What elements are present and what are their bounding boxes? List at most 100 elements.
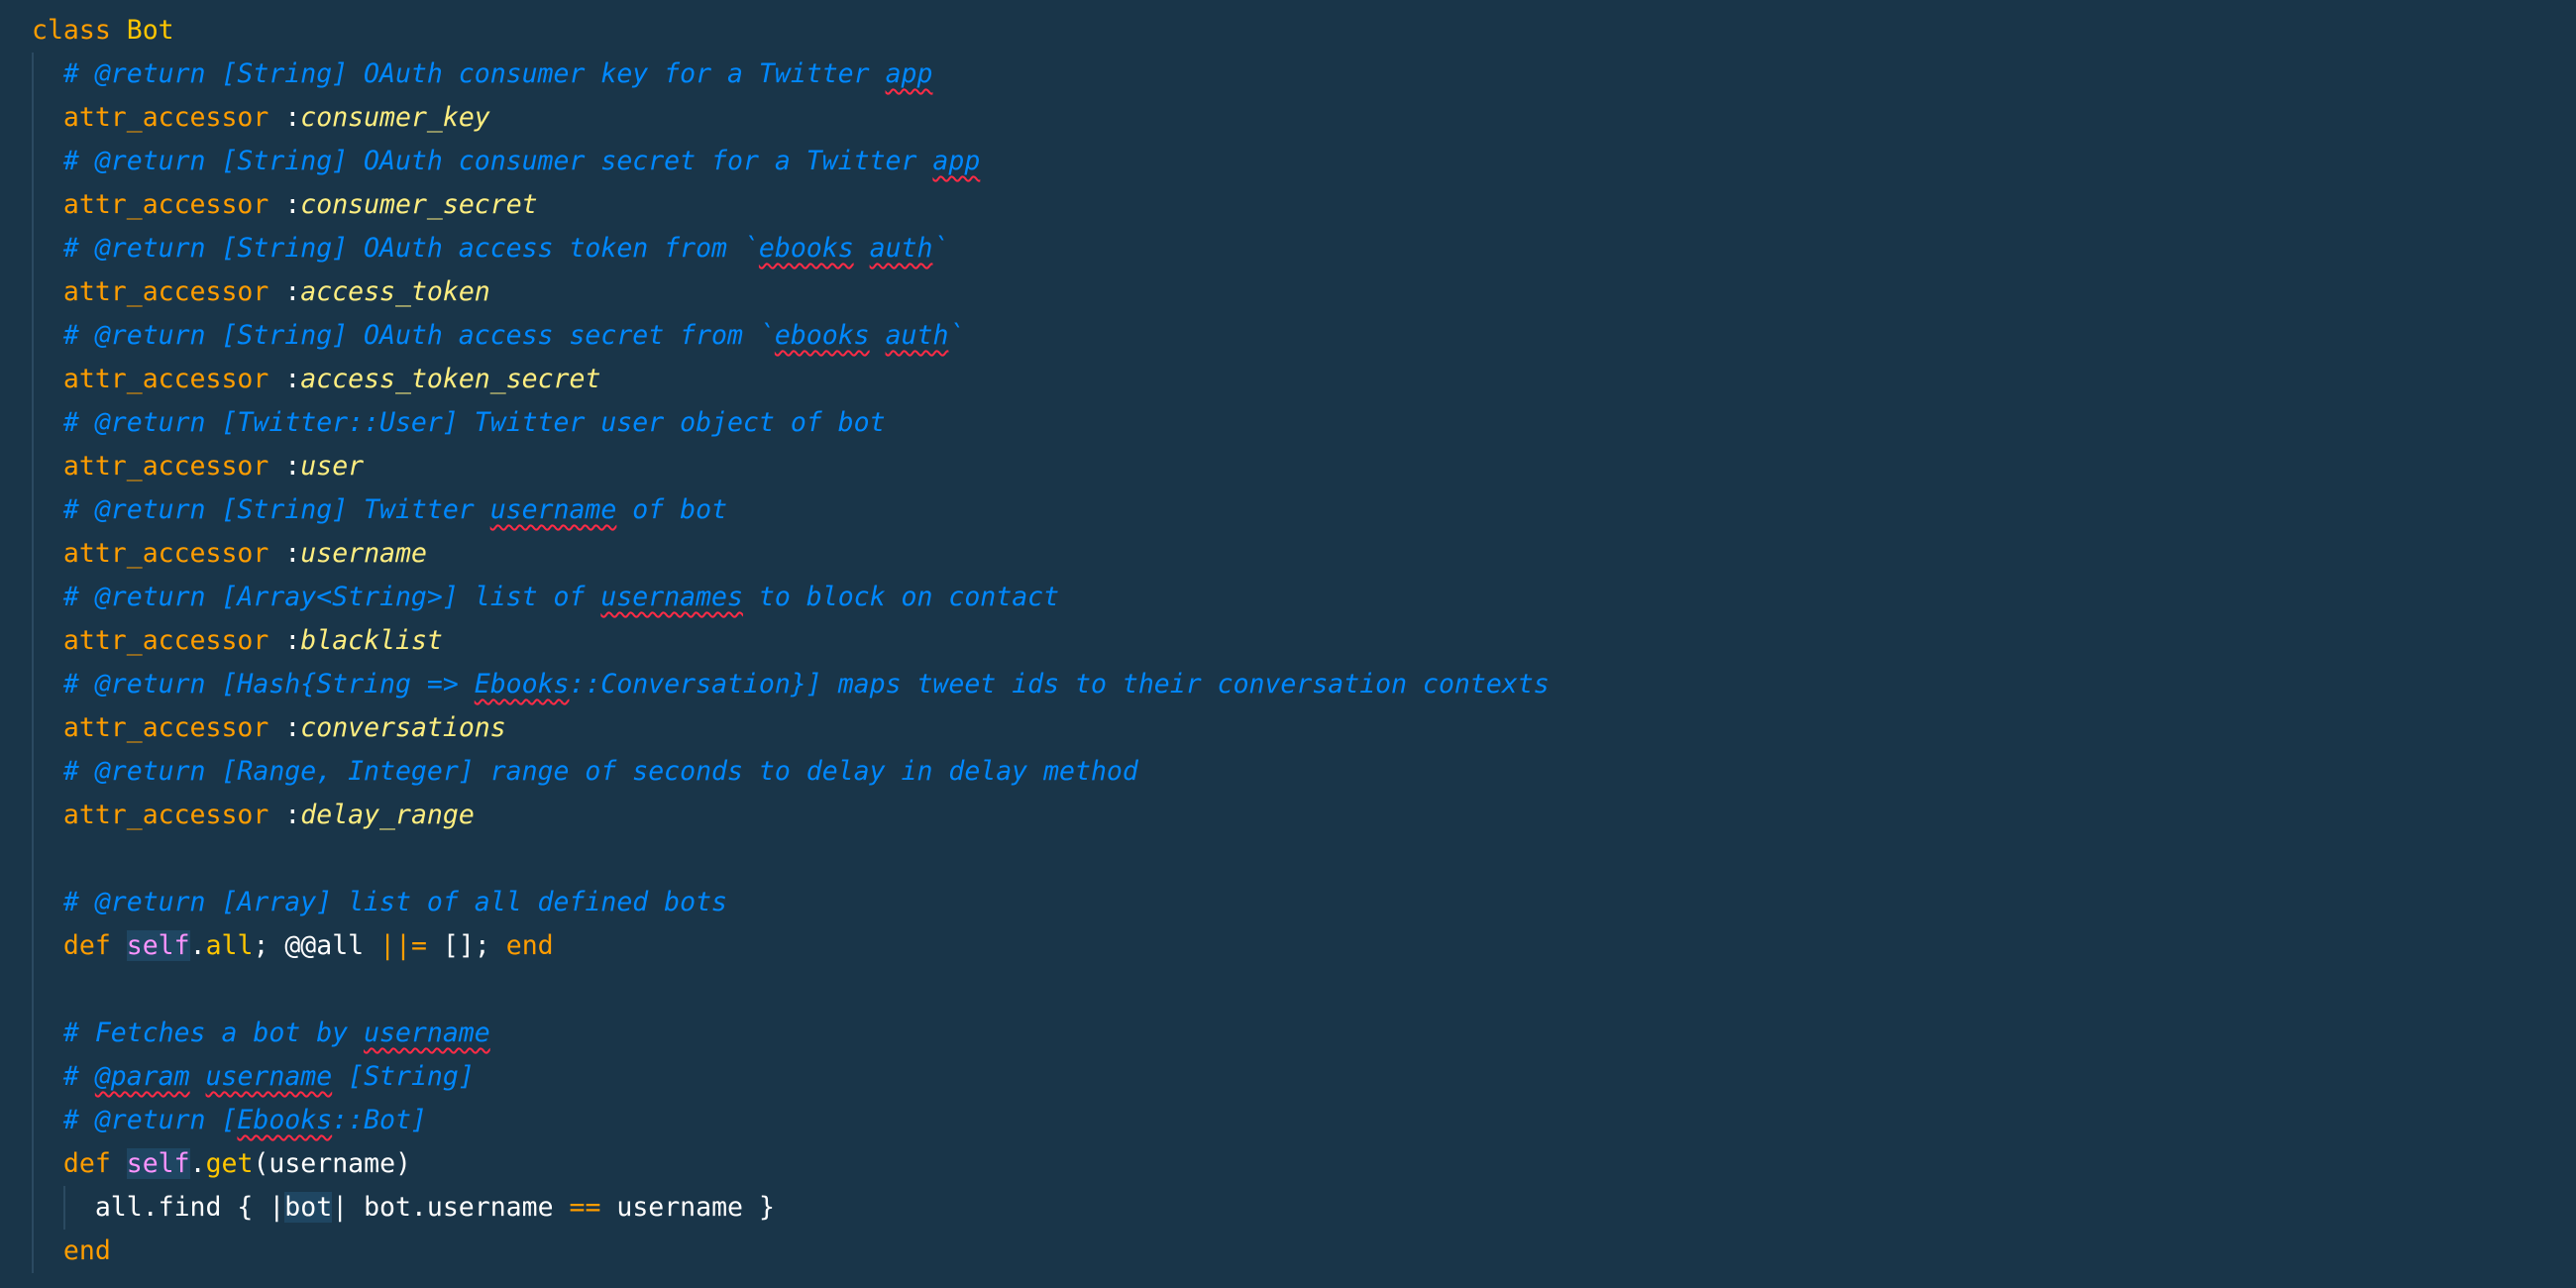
symbol: access_token — [300, 276, 490, 307]
symbol: delay_range — [300, 800, 475, 830]
attr-accessor-keyword: attr_accessor — [62, 102, 269, 133]
code-line[interactable]: attr_accessor :access_token — [0, 270, 2576, 314]
attr-accessor-keyword: attr_accessor — [62, 451, 269, 482]
code-line-blank[interactable] — [0, 968, 2576, 1012]
symbol: blacklist — [300, 625, 443, 656]
indent-guide — [32, 183, 34, 227]
indent-guide — [32, 532, 34, 576]
indent-guide — [32, 1012, 34, 1055]
code-line[interactable]: # @return [String] OAuth consumer key fo… — [0, 53, 2576, 96]
code-line[interactable]: # Fetches a bot by username — [0, 1012, 2576, 1055]
code-line[interactable]: attr_accessor :access_token_secret — [0, 358, 2576, 401]
code-line[interactable]: # @return [String] OAuth consumer secret… — [0, 140, 2576, 183]
doc-comment: # @return [String] Twitter username of b… — [62, 494, 728, 525]
attr-accessor-keyword: attr_accessor — [62, 538, 269, 569]
code-line[interactable]: # @return [Twitter::User] Twitter user o… — [0, 401, 2576, 445]
code-line[interactable]: end — [0, 1230, 2576, 1273]
doc-comment: # @return [Array] list of all defined bo… — [62, 887, 728, 917]
symbol: conversations — [300, 712, 506, 743]
self-keyword: self — [126, 930, 190, 961]
code-line[interactable]: attr_accessor :user — [0, 445, 2576, 488]
indent-guide — [32, 1186, 34, 1230]
indent-guide — [32, 358, 34, 401]
doc-comment: # Fetches a bot by username — [62, 1018, 490, 1048]
symbol: username — [300, 538, 427, 569]
code-line[interactable]: def self.get(username) — [0, 1142, 2576, 1186]
method-params: (username) — [253, 1148, 411, 1179]
doc-comment: # @return [String] OAuth consumer key fo… — [62, 58, 933, 89]
doc-comment: # @return [Twitter::User] Twitter user o… — [62, 407, 886, 438]
indent-guide — [32, 401, 34, 445]
method-name: get — [205, 1148, 254, 1179]
doc-comment: # @param username [String] — [62, 1061, 475, 1092]
doc-comment: # @return [String] OAuth access secret f… — [62, 320, 965, 351]
attr-accessor-keyword: attr_accessor — [62, 364, 269, 394]
symbol: consumer_key — [300, 102, 490, 133]
keyword-class: class — [32, 15, 111, 46]
indent-guide — [32, 837, 34, 881]
doc-comment: # @return [String] OAuth consumer secret… — [62, 146, 981, 176]
operator: ||= — [379, 930, 427, 961]
indent-guide — [32, 794, 34, 837]
indent-guide — [32, 1142, 34, 1186]
indent-guide — [32, 1230, 34, 1273]
indent-guide — [32, 53, 34, 96]
code-line[interactable]: # @param username [String] — [0, 1055, 2576, 1099]
code-line[interactable]: attr_accessor :blacklist — [0, 619, 2576, 663]
code-line[interactable]: attr_accessor :delay_range — [0, 794, 2576, 837]
class-name: Bot — [126, 15, 174, 46]
indent-guide — [32, 924, 34, 968]
operator: == — [569, 1192, 601, 1223]
indent-guide — [32, 227, 34, 270]
indent-guide — [63, 1186, 65, 1230]
doc-comment: # @return [Ebooks::Bot] — [62, 1105, 427, 1135]
code-line[interactable]: # @return [Ebooks::Bot] — [0, 1099, 2576, 1142]
attr-accessor-keyword: attr_accessor — [62, 276, 269, 307]
end-keyword: end — [62, 1235, 111, 1266]
symbol: user — [300, 451, 365, 482]
code-line[interactable]: # @return [Array<String>] list of userna… — [0, 576, 2576, 619]
indent-guide — [32, 968, 34, 1012]
def-keyword: def — [62, 1148, 111, 1179]
attr-accessor-keyword: attr_accessor — [62, 625, 269, 656]
code-line[interactable]: # @return [String] OAuth access token fr… — [0, 227, 2576, 270]
indent-guide — [32, 1099, 34, 1142]
method-name: all — [205, 930, 254, 961]
code-editor[interactable]: class Bot # @return [String] OAuth consu… — [0, 0, 2576, 1288]
self-keyword: self — [126, 1148, 190, 1179]
code-line[interactable]: # @return [Hash{String => Ebooks::Conver… — [0, 663, 2576, 706]
indent-guide — [32, 750, 34, 794]
doc-comment: # @return [Array<String>] list of userna… — [62, 582, 1060, 612]
end-keyword: end — [505, 930, 554, 961]
indent-guide — [32, 619, 34, 663]
def-keyword: def — [62, 930, 111, 961]
indent-guide — [32, 270, 34, 314]
indent-guide — [32, 576, 34, 619]
indent-guide — [32, 488, 34, 532]
code-line[interactable]: class Bot — [0, 9, 2576, 53]
symbol: consumer_secret — [300, 189, 538, 220]
indent-guide — [32, 140, 34, 183]
code-line[interactable]: all.find { |bot| bot.username == usernam… — [0, 1186, 2576, 1230]
doc-comment: # @return [String] OAuth access token fr… — [62, 233, 949, 264]
indent-guide — [32, 663, 34, 706]
code-line-blank[interactable] — [0, 837, 2576, 881]
code-line[interactable]: # @return [String] OAuth access secret f… — [0, 314, 2576, 358]
code-line[interactable]: # @return [Array] list of all defined bo… — [0, 881, 2576, 924]
indent-guide — [32, 706, 34, 750]
code-line[interactable]: # @return [String] Twitter username of b… — [0, 488, 2576, 532]
code-line[interactable]: attr_accessor :username — [0, 532, 2576, 576]
attr-accessor-keyword: attr_accessor — [62, 189, 269, 220]
code-line[interactable]: attr_accessor :conversations — [0, 706, 2576, 750]
attr-accessor-keyword: attr_accessor — [62, 800, 269, 830]
doc-comment: # @return [Range, Integer] range of seco… — [62, 756, 1138, 787]
code-line[interactable]: # @return [Range, Integer] range of seco… — [0, 750, 2576, 794]
block-variable: bot — [284, 1192, 333, 1223]
indent-guide — [32, 445, 34, 488]
code-line[interactable]: def self.all; @@all ||= []; end — [0, 924, 2576, 968]
indent-guide — [32, 881, 34, 924]
indent-guide — [32, 1055, 34, 1099]
code-line[interactable]: attr_accessor :consumer_secret — [0, 183, 2576, 227]
code-line[interactable]: attr_accessor :consumer_key — [0, 96, 2576, 140]
attr-accessor-keyword: attr_accessor — [62, 712, 269, 743]
